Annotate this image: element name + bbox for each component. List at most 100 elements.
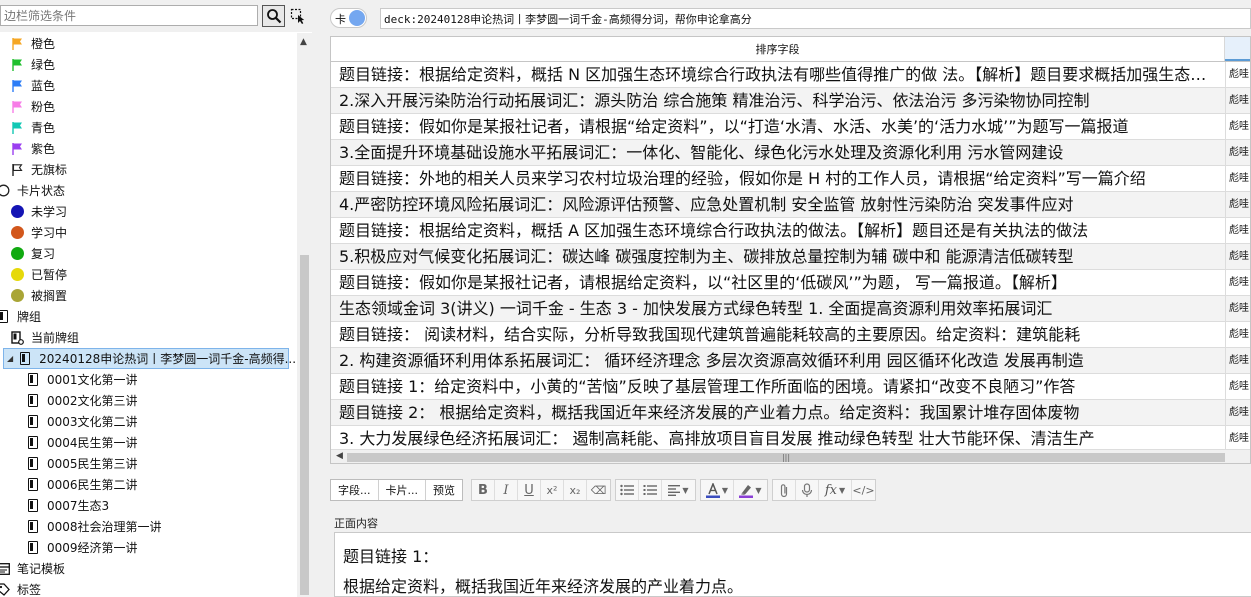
table-row[interactable]: 题目链接：假如你是某报社记者，请根据给定资料，以“社区里的‘低碳风’”为题， 写… <box>331 270 1250 296</box>
sidebar-item[interactable]: 无旗标 <box>10 159 67 180</box>
cards-button[interactable]: 卡片... <box>379 480 426 500</box>
scroll-left-arrow-icon[interactable]: ◀ <box>336 451 343 461</box>
sidebar-item[interactable]: 0001文化第一讲 <box>26 369 138 390</box>
sidebar-item[interactable]: 0007生态3 <box>26 495 109 516</box>
sidebar-item[interactable]: 0004民生第一讲 <box>26 432 138 453</box>
attach-button[interactable] <box>773 480 796 500</box>
table-row[interactable]: 2. 构建资源循环利用体系拓展词汇： 循环经济理念 多层次资源高效循环利用 园区… <box>331 348 1250 374</box>
chevron-down-icon: ▼ <box>682 485 689 495</box>
fields-button[interactable]: 字段... <box>331 480 379 500</box>
unordered-list-button[interactable] <box>616 480 639 500</box>
text-color-button[interactable]: ▼ <box>701 480 734 500</box>
sidebar-item[interactable]: 卡片状态 <box>0 180 65 201</box>
superscript-button[interactable]: x² <box>541 480 564 500</box>
cell-sort-field: 题目链接：根据给定资料，概括 N 区加强生态环境综合行政执法有哪些值得推广的做 … <box>339 65 1219 84</box>
cards-notes-toggle[interactable]: 卡 <box>330 8 367 28</box>
table-row[interactable]: 题目链接 2： 根据给定资料，概括我国近年来经济发展的产业着力点。给定资料：我国… <box>331 400 1250 426</box>
sidebar-item[interactable]: 当前牌组 <box>10 327 79 348</box>
table-row[interactable]: 题目链接：假如你是某报社记者，请根据“给定资料”，以“打造‘水清、水活、水美’的… <box>331 114 1250 140</box>
deck-icon <box>26 394 40 408</box>
sidebar-item[interactable]: 标签 <box>0 579 41 597</box>
sidebar-item[interactable]: 橙色 <box>10 33 55 54</box>
sidebar-item-label: 0006民生第二讲 <box>47 478 138 492</box>
sidebar-item-label: 粉色 <box>31 100 56 114</box>
field-label-front: 正面内容 <box>334 517 378 530</box>
column-header-sort-field[interactable]: 排序字段 <box>331 37 1225 61</box>
cell-deck: 彪哇 <box>1225 192 1250 217</box>
underline-button[interactable]: U <box>518 480 541 500</box>
sidebar-item[interactable]: 蓝色 <box>10 75 55 96</box>
table-row[interactable]: 5.积极应对气候变化拓展词汇：碳达峰 碳强度控制为主、碳排放总量控制为辅 碳中和… <box>331 244 1250 270</box>
italic-button[interactable]: I <box>495 480 518 500</box>
sidebar-item[interactable]: 牌组 <box>0 306 41 327</box>
table-row[interactable]: 4.严密防控环境风险拓展词汇：风险源评估预警、应急处置机制 安全监管 放射性污染… <box>331 192 1250 218</box>
highlight-color-button[interactable]: ▼ <box>734 480 767 500</box>
panel-splitter[interactable] <box>330 466 1251 474</box>
expand-caret-icon[interactable]: ◢ <box>7 354 13 363</box>
sidebar-scroll-thumb[interactable] <box>300 255 309 595</box>
sidebar-item-label: 学习中 <box>31 226 68 240</box>
sidebar-item[interactable]: 0008社会治理第一讲 <box>26 516 162 537</box>
cell-deck: 彪哇 <box>1225 218 1250 243</box>
table-row[interactable]: 3.全面提升环境基础设施水平拓展词汇：一体化、智能化、绿色化污水处理及资源化利用… <box>331 140 1250 166</box>
cell-deck: 彪哇 <box>1225 166 1250 191</box>
sidebar-item[interactable]: 未学习 <box>10 201 67 222</box>
sidebar-item[interactable]: 复习 <box>10 243 55 264</box>
cell-sort-field: 题目链接 1：给定资料中，小黄的“苦恼”反映了基层管理工作所面临的困境。请紧扣“… <box>339 377 1076 396</box>
table-row[interactable]: 生态领域金词 3(讲义) 一词千金 - 生态 3 - 加快发展方式绿色转型 1.… <box>331 296 1250 322</box>
bold-button[interactable]: B <box>472 480 495 500</box>
column-header-deck[interactable] <box>1225 37 1250 61</box>
sidebar-selection-tool-button[interactable] <box>288 5 308 27</box>
preview-button[interactable]: 预览 <box>426 480 462 500</box>
table-row[interactable]: 题目链接：根据给定资料，概括 A 区加强生态环境综合行政执法的做法。【解析】题目… <box>331 218 1250 244</box>
sidebar-item-label: 20240128申论热词丨李梦圆一词千金-高频得... <box>39 352 297 366</box>
sidebar-item[interactable]: 粉色 <box>10 96 55 117</box>
eraser-button[interactable]: ⌫ <box>587 480 610 500</box>
sidebar-item[interactable]: 0005民生第三讲 <box>26 453 138 474</box>
text-format-group: B I Ux² x₂ ⌫ <box>471 479 611 501</box>
sidebar-item[interactable]: 青色 <box>10 117 55 138</box>
sidebar-item[interactable]: 0009经济第一讲 <box>26 537 138 558</box>
sidebar-filter-input[interactable] <box>0 5 258 26</box>
cell-deck: 彪哇 <box>1225 322 1250 347</box>
table-row[interactable]: 题目链接：外地的相关人员来学习农村垃圾治理的经验，假如你是 H 村的工作人员，请… <box>331 166 1250 192</box>
align-dropdown-button[interactable]: ▼ <box>662 480 695 500</box>
search-icon <box>266 9 281 24</box>
ordered-list-button[interactable] <box>639 480 662 500</box>
cell-deck: 彪哇 <box>1225 270 1250 295</box>
field-editor-front[interactable]: 题目链接 1： 根据给定资料，概括我国近年来经济发展的产业着力点。 <box>334 532 1251 597</box>
html-editor-button[interactable]: </> <box>852 480 875 500</box>
suspended-state-icon <box>10 268 24 282</box>
math-dropdown-button[interactable]: fx ▼ <box>819 480 852 500</box>
table-row[interactable]: 题目链接：根据给定资料，概括 N 区加强生态环境综合行政执法有哪些值得推广的做 … <box>331 62 1250 88</box>
table-row[interactable]: 题目链接 1：给定资料中，小黄的“苦恼”反映了基层管理工作所面临的困境。请紧扣“… <box>331 374 1250 400</box>
sidebar-item[interactable]: 学习中 <box>10 222 67 243</box>
sidebar-item[interactable]: ◢ 20240128申论热词丨李梦圆一词千金-高频得... <box>3 348 296 369</box>
subscript-button[interactable]: x₂ <box>564 480 587 500</box>
cell-deck: 彪哇 <box>1225 140 1250 165</box>
editor-action-group: 字段... 卡片... 预览 <box>330 479 463 501</box>
sidebar-search-button[interactable] <box>262 5 285 27</box>
teal-flag-icon <box>10 121 24 135</box>
sidebar-item[interactable]: 紫色 <box>10 138 55 159</box>
sidebar-item[interactable]: 绿色 <box>10 54 55 75</box>
sidebar-item[interactable]: 被搁置 <box>10 285 67 306</box>
sidebar-item[interactable]: 笔记模板 <box>0 558 65 579</box>
sidebar-item-label: 0008社会治理第一讲 <box>47 520 162 534</box>
bullet-list-icon <box>620 484 634 496</box>
sidebar-item-label: 无旗标 <box>31 163 68 177</box>
scroll-up-arrow-icon[interactable]: ▲ <box>300 37 307 47</box>
table-row[interactable]: 2.深入开展污染防治行动拓展词汇：源头防治 综合施策 精准治污、科学治污、依法治… <box>331 88 1250 114</box>
table-row[interactable]: 题目链接： 阅读材料，结合实际，分析导致我国现代建筑普遍能耗较高的主要原因。给定… <box>331 322 1250 348</box>
sidebar-scrollbar[interactable]: ▲ <box>297 33 312 597</box>
table-scroll-thumb[interactable]: ||| <box>347 453 1225 462</box>
search-input[interactable] <box>380 8 1251 29</box>
sidebar-item[interactable]: 0003文化第二讲 <box>26 411 138 432</box>
record-audio-button[interactable] <box>796 480 819 500</box>
table-horizontal-scrollbar[interactable]: ◀ ||| <box>331 449 1250 463</box>
chevron-down-icon: ▼ <box>755 485 762 495</box>
sidebar-item[interactable]: 0006民生第二讲 <box>26 474 138 495</box>
deck-icon <box>26 373 40 387</box>
sidebar-item[interactable]: 0002文化第三讲 <box>26 390 138 411</box>
sidebar-item[interactable]: 已暂停 <box>10 264 67 285</box>
